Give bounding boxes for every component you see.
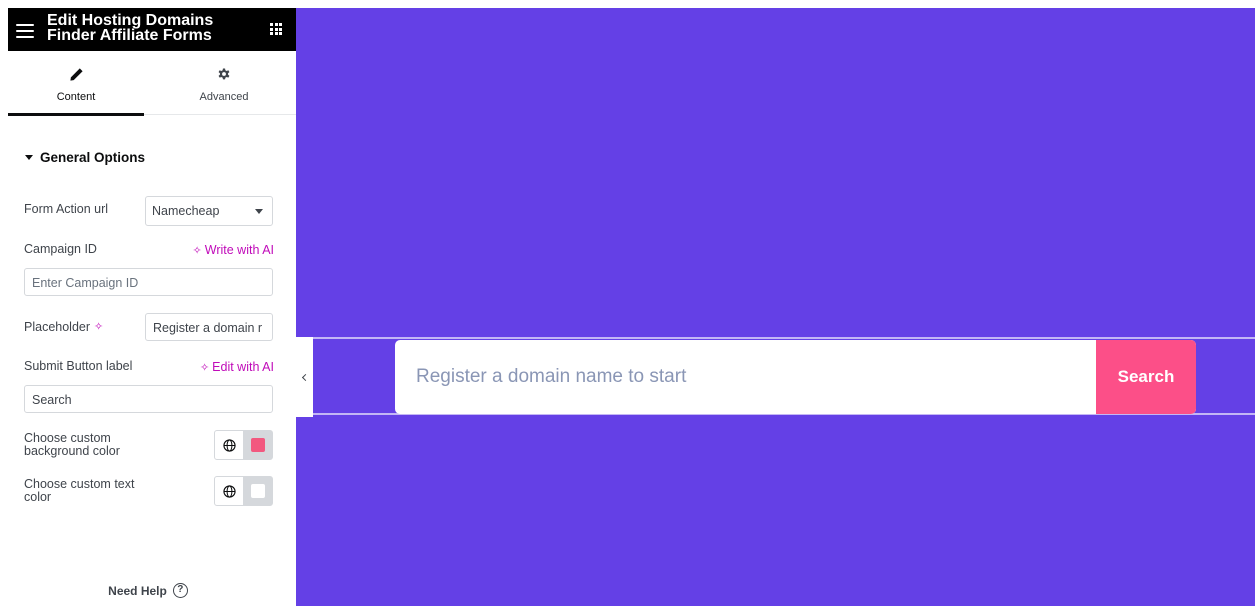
- form-action-url-value: Namecheap: [152, 204, 220, 218]
- pencil-icon: [68, 66, 84, 82]
- globe-icon[interactable]: [215, 477, 244, 505]
- submit-button-label-label: Submit Button label: [24, 359, 133, 373]
- gear-icon: [216, 66, 232, 82]
- bg-color-swatch: [251, 438, 265, 452]
- text-color-label: Choose custom text color: [24, 477, 135, 504]
- tab-content[interactable]: Content: [8, 51, 144, 116]
- placeholder-label-row: Placeholder ✧: [24, 321, 103, 334]
- text-color-swatch-button[interactable]: [244, 477, 272, 505]
- domain-search-input[interactable]: Register a domain name to start: [416, 366, 686, 388]
- write-with-ai-label: Write with AI: [204, 243, 274, 257]
- domain-search-form: Register a domain name to start Search: [395, 340, 1196, 414]
- tab-advanced[interactable]: Advanced: [152, 51, 296, 115]
- campaign-id-input[interactable]: Enter Campaign ID: [24, 268, 273, 296]
- section-border-top: [296, 337, 1255, 339]
- section-general-options[interactable]: General Options: [25, 150, 145, 165]
- section-title-label: General Options: [40, 150, 146, 165]
- editor-app: Edit Hosting Domains Finder Affiliate Fo…: [0, 0, 1255, 606]
- campaign-id-label: Campaign ID: [24, 242, 97, 256]
- editor-panel: Edit Hosting Domains Finder Affiliate Fo…: [0, 0, 296, 606]
- edit-with-ai-link[interactable]: ✧ Edit with AI: [200, 360, 274, 374]
- hamburger-icon[interactable]: [16, 24, 34, 38]
- caret-down-icon: [25, 155, 33, 160]
- form-action-url-select[interactable]: Namecheap: [145, 196, 273, 226]
- need-help-link[interactable]: Need Help ?: [0, 583, 296, 598]
- collapse-panel-handle[interactable]: [296, 337, 313, 417]
- preview-canvas: Register a domain name to start Search: [296, 8, 1255, 606]
- text-color-control: [214, 476, 273, 506]
- ai-sparkle-icon[interactable]: ✧: [94, 321, 103, 334]
- tab-content-label: Content: [56, 91, 96, 103]
- search-button[interactable]: Search: [1096, 340, 1196, 414]
- placeholder-input[interactable]: Register a domain r: [145, 313, 273, 341]
- chevron-left-icon: [301, 373, 310, 381]
- panel-title: Edit Hosting Domains Finder Affiliate Fo…: [47, 12, 214, 44]
- caret-down-icon: [255, 209, 263, 214]
- question-circle-icon: ?: [172, 583, 188, 598]
- bg-color-swatch-button[interactable]: [244, 431, 272, 459]
- panel-header: Edit Hosting Domains Finder Affiliate Fo…: [8, 8, 296, 51]
- ai-sparkle-icon: ✧: [192, 244, 202, 257]
- bg-color-control: [214, 430, 273, 460]
- text-color-swatch: [251, 484, 265, 498]
- grid-icon[interactable]: [270, 23, 282, 35]
- panel-tabs: Content Advanced: [8, 51, 296, 116]
- placeholder-label: Placeholder: [24, 320, 91, 334]
- edit-with-ai-label: Edit with AI: [212, 360, 274, 374]
- form-action-url-label: Form Action url: [24, 202, 109, 216]
- write-with-ai-link[interactable]: ✧ Write with AI: [193, 243, 274, 257]
- tab-advanced-label: Advanced: [199, 91, 249, 103]
- ai-sparkle-icon: ✧: [199, 361, 210, 374]
- submit-button-label-input[interactable]: Search: [24, 385, 273, 413]
- bg-color-label: Choose custom background color: [24, 431, 120, 458]
- globe-icon[interactable]: [215, 431, 244, 459]
- active-tab-indicator: [8, 113, 144, 116]
- need-help-label: Need Help: [108, 583, 167, 598]
